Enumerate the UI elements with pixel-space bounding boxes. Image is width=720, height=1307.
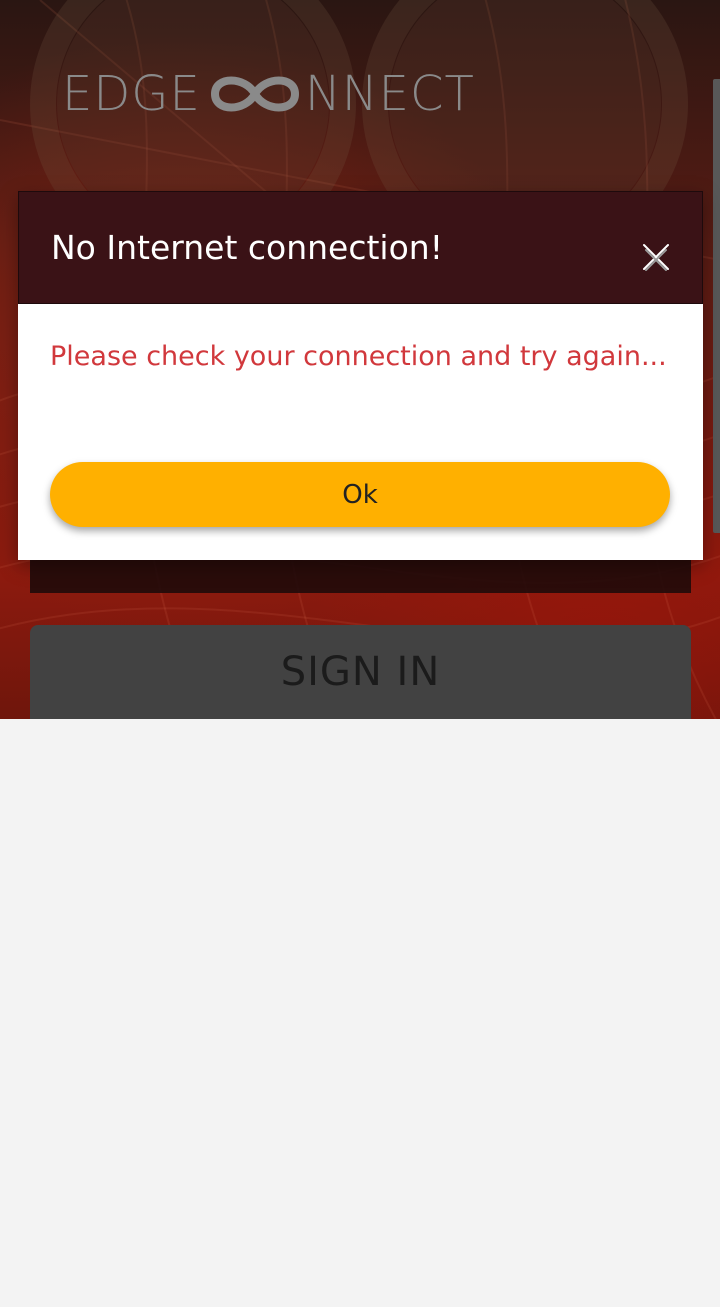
dialog-title: No Internet connection! (51, 228, 443, 267)
infinity-o-icon (210, 76, 299, 112)
close-button[interactable] (637, 238, 675, 276)
dialog-header: No Internet connection! (18, 191, 703, 304)
close-icon (643, 244, 669, 271)
empty-content-area (0, 719, 720, 1307)
logo-text-right: NNECT (304, 66, 475, 122)
sign-in-button[interactable]: SIGN IN (30, 625, 691, 719)
ok-button[interactable]: Ok (50, 462, 670, 527)
scrollbar[interactable] (713, 79, 720, 533)
app-screen: EDGE NNECT SIGN IN No Internet connectio… (0, 0, 720, 1307)
dialog-message: Please check your connection and try aga… (50, 341, 667, 372)
logo-text-left: EDGE (62, 66, 201, 122)
no-internet-dialog: No Internet connection! Please check you… (18, 191, 703, 560)
edgeconnect-logo: EDGE NNECT (62, 66, 475, 122)
